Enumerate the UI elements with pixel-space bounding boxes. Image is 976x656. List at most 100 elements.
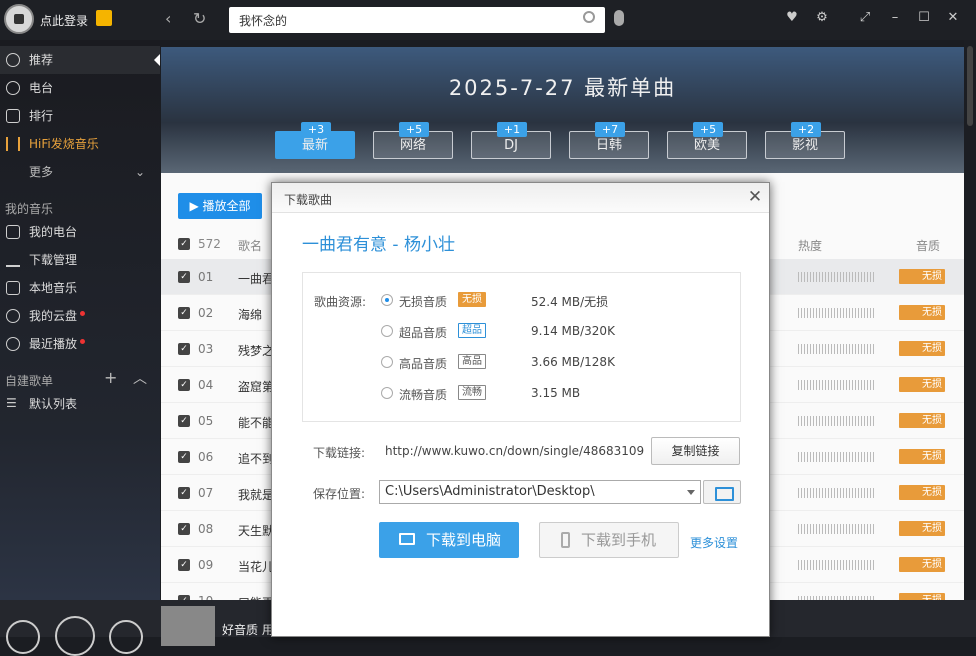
gear-icon[interactable]: ⚙: [815, 11, 829, 25]
sidebar-item-hifi[interactable]: HiFi发烧音乐: [0, 130, 160, 158]
tab-film[interactable]: +2 影视: [765, 122, 845, 159]
tab-network[interactable]: +5 网络: [373, 122, 453, 159]
source-box: 歌曲资源: 无损音质 无损 52.4 MB/无损 超品音质 超品 9.14 MB…: [302, 272, 741, 422]
waveform-icon: [6, 137, 20, 151]
sidebar-item-label: 下载管理: [29, 253, 78, 267]
browse-folder-button[interactable]: [703, 480, 741, 504]
sidebar-item-radio[interactable]: 电台: [0, 74, 160, 102]
download-icon: [6, 253, 20, 267]
download-to-pc-button[interactable]: 下载到电脑: [379, 522, 519, 558]
app-logo[interactable]: [4, 4, 34, 34]
next-button[interactable]: [109, 620, 143, 654]
row-title[interactable]: 盗窟第: [238, 378, 274, 395]
row-title[interactable]: 追不到: [238, 450, 274, 467]
tab-label: 网络: [399, 138, 426, 153]
mic-icon[interactable]: [614, 10, 624, 26]
tab-label: 日韩: [595, 138, 622, 153]
add-playlist-icon[interactable]: +: [104, 368, 117, 387]
tab-western[interactable]: +5 欧美: [667, 122, 747, 159]
row-checkbox[interactable]: ✓: [178, 523, 190, 535]
chevron-up-icon[interactable]: ︿: [133, 368, 147, 388]
tab-badge: +5: [693, 122, 723, 137]
row-title[interactable]: 能不能: [238, 414, 274, 431]
row-title[interactable]: 一曲君: [238, 270, 274, 287]
quality-label: 流畅音质: [399, 388, 448, 402]
row-title[interactable]: 我就是: [238, 486, 274, 503]
back-icon[interactable]: ‹: [165, 9, 171, 28]
sidebar-item-downloads[interactable]: 下载管理: [0, 246, 160, 274]
quality-radio-lossless[interactable]: [381, 294, 393, 306]
mini-mode-icon[interactable]: ⤢: [858, 11, 872, 25]
quality-radio-super[interactable]: [381, 325, 393, 337]
sidebar-item-label: 推荐: [29, 53, 54, 67]
prev-button[interactable]: [6, 620, 40, 654]
scrollbar-thumb[interactable]: [967, 46, 973, 126]
row-number: 08: [198, 522, 214, 536]
search-input[interactable]: [229, 7, 549, 33]
select-all-checkbox[interactable]: ✓: [178, 238, 190, 250]
sidebar-item-recommend[interactable]: 推荐: [0, 46, 160, 74]
row-checkbox[interactable]: ✓: [178, 343, 190, 355]
row-title[interactable]: 残梦之: [238, 342, 274, 359]
sidebar-item-my-radio[interactable]: 我的电台: [0, 218, 160, 246]
tab-latest[interactable]: +3 最新: [275, 122, 355, 159]
cloud-icon: [6, 309, 20, 323]
dialog-header: 下载歌曲 ✕: [272, 183, 769, 213]
row-checkbox[interactable]: ✓: [178, 451, 190, 463]
quality-badge: 无损: [899, 269, 945, 284]
tab-label: DJ: [504, 138, 518, 153]
sidebar-item-label: 更多: [29, 165, 54, 179]
quality-label: 高品音质: [399, 357, 448, 371]
sidebar-item-default-list[interactable]: ☰ 默认列表: [0, 390, 160, 418]
quality-radio-high[interactable]: [381, 356, 393, 368]
row-title[interactable]: 天生默: [238, 522, 274, 539]
download-dialog: 下载歌曲 ✕ 一曲君有意 - 杨小壮 歌曲资源: 无损音质 无损 52.4 MB…: [271, 182, 770, 637]
search-icon[interactable]: [583, 11, 595, 23]
sidebar-item-label: 我的电台: [29, 225, 78, 239]
quality-tag: 高品: [458, 354, 486, 369]
copy-link-button[interactable]: 复制链接: [651, 437, 740, 465]
row-title[interactable]: 海绵: [238, 306, 262, 323]
tab-badge: +1: [497, 122, 527, 137]
row-title[interactable]: 当花儿: [238, 558, 274, 575]
sidebar-item-ranking[interactable]: 排行: [0, 102, 160, 130]
more-settings-link[interactable]: 更多设置: [690, 534, 738, 551]
notification-dot: [80, 339, 86, 344]
play-all-button[interactable]: ▶ 播放全部: [178, 193, 262, 219]
tab-dj[interactable]: +1 DJ: [471, 122, 551, 159]
maximize-icon[interactable]: ☐: [917, 11, 931, 25]
monitor-icon: [399, 533, 415, 545]
close-icon[interactable]: ✕: [746, 188, 764, 206]
sidebar-item-cloud[interactable]: 我的云盘: [0, 302, 160, 330]
row-checkbox[interactable]: ✓: [178, 307, 190, 319]
sidebar-item-local[interactable]: 本地音乐: [0, 274, 160, 302]
row-checkbox[interactable]: ✓: [178, 271, 190, 283]
login-link[interactable]: 点此登录: [40, 12, 88, 29]
tab-jpkr[interactable]: +7 日韩: [569, 122, 649, 159]
sidebar-item-recent[interactable]: 最近播放: [0, 330, 160, 358]
heat-bar: [798, 560, 876, 570]
download-to-phone-button[interactable]: 下载到手机: [539, 522, 679, 558]
close-icon[interactable]: ✕: [946, 11, 960, 25]
quality-badge: 无损: [899, 485, 945, 500]
heat-bar: [798, 524, 876, 534]
quality-tag: 流畅: [458, 385, 486, 400]
play-button[interactable]: [55, 616, 95, 656]
file-size: 52.4 MB/无损: [531, 295, 609, 309]
row-checkbox[interactable]: ✓: [178, 487, 190, 499]
sidebar-item-more[interactable]: 更多 ⌄: [0, 158, 160, 186]
row-checkbox[interactable]: ✓: [178, 559, 190, 571]
album-cover[interactable]: [161, 606, 215, 646]
row-checkbox[interactable]: ✓: [178, 379, 190, 391]
skin-icon[interactable]: ♥: [785, 11, 799, 25]
minimize-icon[interactable]: –: [888, 11, 902, 25]
quality-radio-smooth[interactable]: [381, 387, 393, 399]
quality-tag: 无损: [458, 292, 486, 307]
gift-icon[interactable]: [96, 10, 112, 26]
column-header-quality: 音质: [916, 239, 941, 253]
sidebar-item-label: 电台: [29, 81, 54, 95]
save-location-label: 保存位置:: [313, 487, 366, 501]
row-checkbox[interactable]: ✓: [178, 415, 190, 427]
refresh-icon[interactable]: ↻: [193, 9, 206, 28]
save-path-select[interactable]: C:\Users\Administrator\Desktop\: [379, 480, 701, 504]
